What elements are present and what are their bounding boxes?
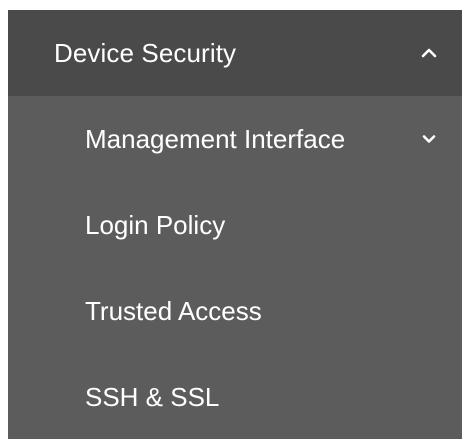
- chevron-down-icon[interactable]: [416, 126, 442, 152]
- menu-item-label: Trusted Access: [85, 295, 262, 326]
- menu-item-login-policy[interactable]: Login Policy: [8, 182, 462, 268]
- sidebar-menu: Device Security Management Interface Log…: [8, 10, 462, 439]
- menu-item-trusted-access[interactable]: Trusted Access: [8, 268, 462, 354]
- menu-item-label: Login Policy: [85, 209, 226, 240]
- section-label: Device Security: [54, 37, 237, 68]
- section-items: Management Interface Login Policy Truste…: [8, 96, 462, 440]
- menu-item-ssh-ssl[interactable]: SSH & SSL: [8, 354, 462, 440]
- menu-item-label: Management Interface: [85, 123, 346, 154]
- menu-item-label: SSH & SSL: [85, 381, 220, 412]
- chevron-up-icon[interactable]: [416, 40, 442, 66]
- section-device-security[interactable]: Device Security: [8, 10, 462, 96]
- menu-item-management-interface[interactable]: Management Interface: [8, 96, 462, 182]
